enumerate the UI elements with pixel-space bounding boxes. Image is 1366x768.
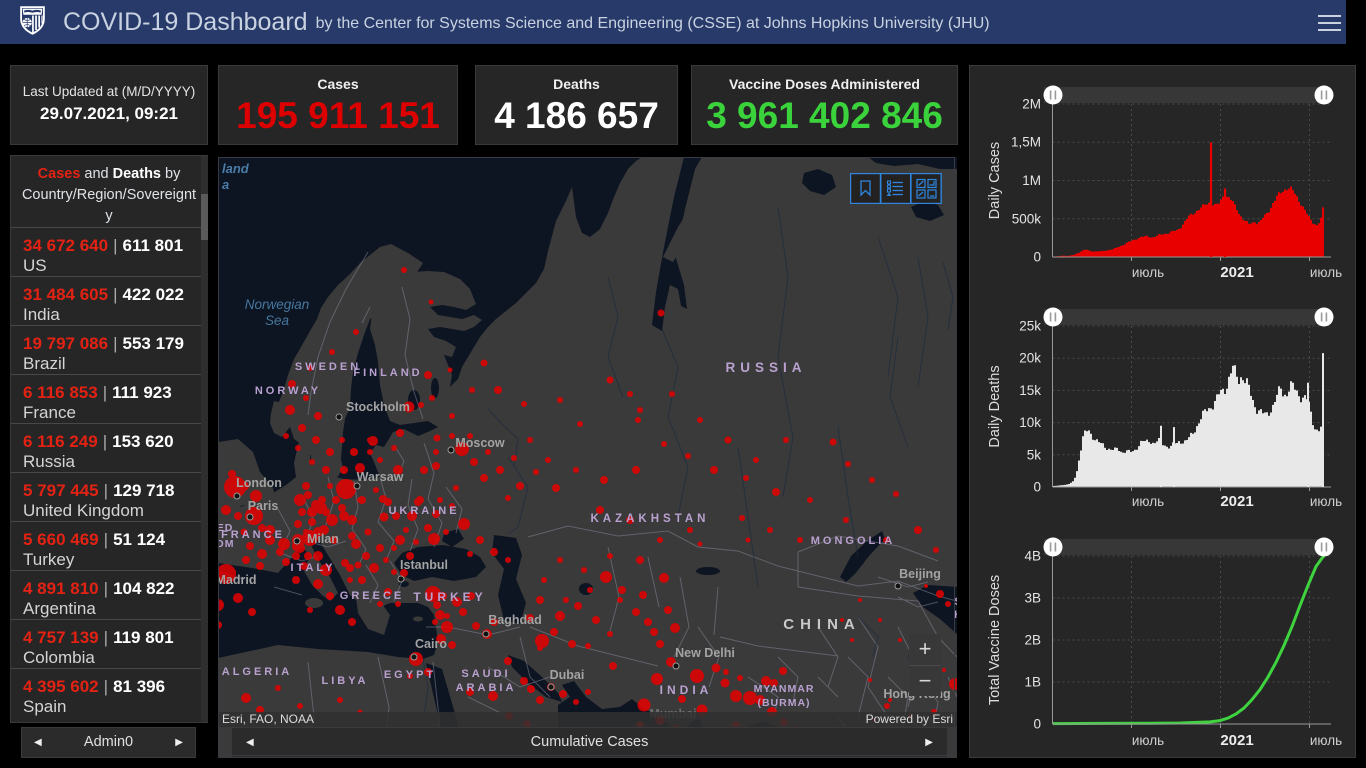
svg-text:4B: 4B <box>1024 549 1041 564</box>
svg-text:0: 0 <box>1033 480 1041 495</box>
svg-text:Total Vaccine Doses: Total Vaccine Doses <box>987 575 1003 705</box>
svg-text:2021: 2021 <box>1220 732 1253 749</box>
svg-text:15k: 15k <box>1019 383 1041 398</box>
svg-text:10k: 10k <box>1019 415 1041 430</box>
svg-text:июль: июль <box>1132 733 1164 748</box>
svg-text:1B: 1B <box>1024 675 1041 690</box>
svg-text:25k: 25k <box>1019 319 1041 334</box>
svg-text:Daily Cases: Daily Cases <box>987 142 1003 219</box>
svg-text:июль: июль <box>1310 494 1342 509</box>
svg-text:2021: 2021 <box>1220 493 1253 510</box>
svg-text:0: 0 <box>1033 250 1041 265</box>
svg-text:июль: июль <box>1310 265 1342 280</box>
svg-text:Daily Deaths: Daily Deaths <box>987 365 1003 447</box>
svg-text:500k: 500k <box>1012 211 1042 226</box>
svg-text:июль: июль <box>1132 494 1164 509</box>
svg-text:2B: 2B <box>1024 633 1041 648</box>
svg-text:20k: 20k <box>1019 351 1041 366</box>
svg-text:1,5M: 1,5M <box>1011 135 1041 150</box>
svg-text:июль: июль <box>1132 265 1164 280</box>
svg-text:2M: 2M <box>1022 97 1041 112</box>
svg-text:июль: июль <box>1310 733 1342 748</box>
svg-text:1M: 1M <box>1022 173 1041 188</box>
svg-text:5k: 5k <box>1027 447 1042 462</box>
svg-text:2021: 2021 <box>1220 264 1253 281</box>
svg-text:0: 0 <box>1033 717 1041 732</box>
svg-text:3B: 3B <box>1024 591 1041 606</box>
